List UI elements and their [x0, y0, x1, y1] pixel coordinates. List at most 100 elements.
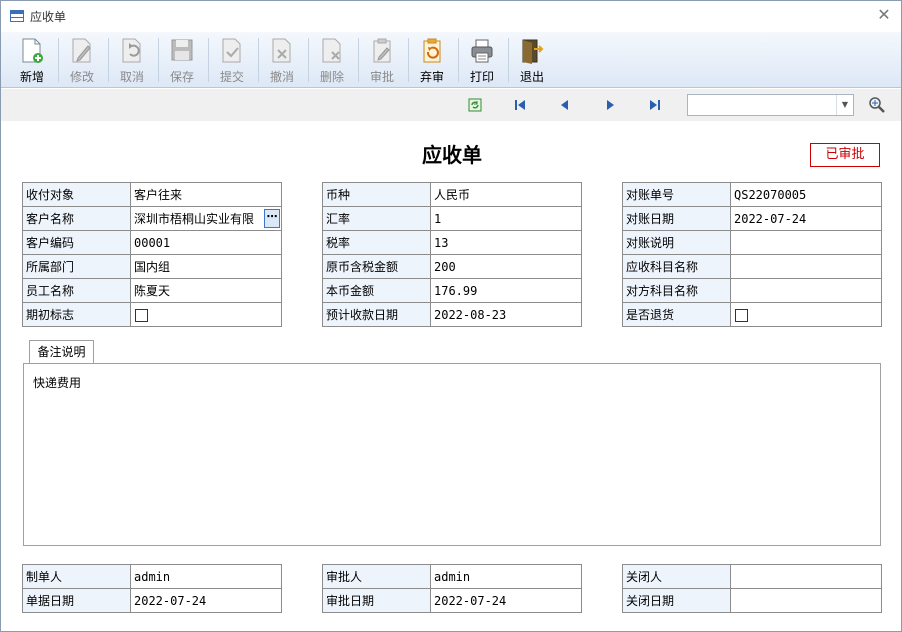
exit-button[interactable]: 退出: [508, 35, 556, 85]
title-bar: 应收单 ✕: [1, 1, 901, 31]
field-label: 员工名称: [22, 278, 131, 303]
statement-date-field[interactable]: 2022-07-24: [730, 206, 882, 231]
print-icon: [471, 39, 493, 63]
field-label: 审批日期: [322, 588, 431, 613]
field-row: 税率 13: [322, 230, 582, 255]
exchange-rate-field[interactable]: 1: [430, 206, 582, 231]
refresh-icon[interactable]: [468, 98, 482, 112]
unapprove-icon: [423, 38, 441, 63]
field-row: 期初标志: [22, 302, 282, 327]
field-row: 制单人 admin: [22, 564, 282, 589]
document-date-field[interactable]: 2022-07-24: [130, 588, 282, 613]
delete-button[interactable]: 删除: [308, 35, 356, 85]
field-label: 税率: [322, 230, 431, 255]
field-row: 审批人 admin: [322, 564, 582, 589]
statement-number-field[interactable]: QS22070005: [730, 182, 882, 207]
tax-rate-field[interactable]: 13: [430, 230, 582, 255]
field-label: 单据日期: [22, 588, 131, 613]
field-row: 对账说明: [622, 230, 882, 255]
field-label: 币种: [322, 182, 431, 207]
submit-icon: [222, 38, 241, 63]
field-row: 汇率 1: [322, 206, 582, 231]
new-doc-icon: [22, 38, 43, 63]
last-record-icon[interactable]: [648, 98, 662, 112]
unapprove-button[interactable]: 弃审: [408, 35, 456, 85]
approval-date-field[interactable]: 2022-07-24: [430, 588, 582, 613]
customer-fields-table: 收付对象 客户往来 客户名称 深圳市梧桐山实业有限 ⋯ 客户编码 00001 所…: [22, 182, 282, 327]
department-field[interactable]: 国内组: [130, 254, 282, 279]
close-date-field[interactable]: [730, 588, 882, 613]
field-label: 所属部门: [22, 254, 131, 279]
approve-icon: [373, 38, 391, 63]
undo-icon: [122, 38, 141, 63]
field-label: 收付对象: [22, 182, 131, 207]
creator-fields-table: 制单人 admin 单据日期 2022-07-24: [22, 564, 282, 613]
approver-fields-table: 审批人 admin 审批日期 2022-07-24: [322, 564, 582, 613]
table-icon: [10, 10, 24, 22]
approve-button[interactable]: 审批: [358, 35, 406, 85]
currency-field[interactable]: 人民币: [430, 182, 582, 207]
new-button[interactable]: 新增: [8, 35, 56, 85]
opening-flag-field: [130, 302, 282, 327]
customer-name-value: 深圳市梧桐山实业有限: [134, 212, 255, 226]
field-row: 本币金额 176.99: [322, 278, 582, 303]
is-return-checkbox[interactable]: [735, 308, 748, 322]
edit-button[interactable]: 修改: [58, 35, 106, 85]
local-amount-field[interactable]: 176.99: [430, 278, 582, 303]
creator-field[interactable]: admin: [130, 564, 282, 589]
approver-field[interactable]: admin: [430, 564, 582, 589]
exit-door-icon: [522, 39, 544, 64]
chevron-down-icon[interactable]: ▼: [836, 95, 853, 115]
customer-code-field[interactable]: 00001: [130, 230, 282, 255]
save-button[interactable]: 保存: [158, 35, 206, 85]
field-label: 客户名称: [22, 206, 131, 231]
field-row: 员工名称 陈夏天: [22, 278, 282, 303]
counter-account-field[interactable]: [730, 278, 882, 303]
opening-flag-checkbox[interactable]: [135, 308, 148, 322]
field-row: 应收科目名称: [622, 254, 882, 279]
statement-note-field[interactable]: [730, 230, 882, 255]
search-zoom-icon[interactable]: [868, 96, 886, 114]
record-search-dropdown[interactable]: ▼: [687, 94, 854, 116]
remark-textarea[interactable]: 快递费用: [23, 363, 881, 546]
field-label: 对账日期: [622, 206, 731, 231]
tab-remark[interactable]: 备注说明: [29, 340, 94, 364]
customer-name-field[interactable]: 深圳市梧桐山实业有限 ⋯: [130, 206, 282, 231]
closer-field[interactable]: [730, 564, 882, 589]
print-button[interactable]: 打印: [458, 35, 506, 85]
customer-lookup-button[interactable]: ⋯: [264, 209, 280, 228]
field-label: 制单人: [22, 564, 131, 589]
amount-fields-table: 币种 人民币 汇率 1 税率 13 原币含税金额 200 本币金额 176.99…: [322, 182, 582, 327]
next-record-icon[interactable]: [603, 98, 617, 112]
close-icon[interactable]: ✕: [875, 6, 893, 24]
original-amount-field[interactable]: 200: [430, 254, 582, 279]
field-label: 应收科目名称: [622, 254, 731, 279]
field-row: 关闭日期: [622, 588, 882, 613]
field-label: 关闭日期: [622, 588, 731, 613]
payment-target-field[interactable]: 客户往来: [130, 182, 282, 207]
field-label: 关闭人: [622, 564, 731, 589]
field-row: 原币含税金额 200: [322, 254, 582, 279]
first-record-icon[interactable]: [513, 98, 527, 112]
revoke-button[interactable]: 撤消: [258, 35, 306, 85]
is-return-field: [730, 302, 882, 327]
field-label: 客户编码: [22, 230, 131, 255]
field-label: 对账单号: [622, 182, 731, 207]
window: 应收单 ✕ 新增 修改 取消 保存 提交 撤消 删除 审批 弃审 打印 退出 ▼…: [0, 0, 902, 632]
submit-button[interactable]: 提交: [208, 35, 256, 85]
field-row: 对账日期 2022-07-24: [622, 206, 882, 231]
expected-receipt-date-field[interactable]: 2022-08-23: [430, 302, 582, 327]
employee-field[interactable]: 陈夏天: [130, 278, 282, 303]
document-title: 应收单: [422, 143, 482, 167]
field-row: 对账单号 QS22070005: [622, 182, 882, 207]
receivable-account-field[interactable]: [730, 254, 882, 279]
cancel-button[interactable]: 取消: [108, 35, 156, 85]
window-title: 应收单: [30, 10, 67, 24]
field-row: 审批日期 2022-07-24: [322, 588, 582, 613]
prev-record-icon[interactable]: [558, 98, 572, 112]
field-label: 对账说明: [622, 230, 731, 255]
toolbar: 新增 修改 取消 保存 提交 撤消 删除 审批 弃审 打印 退出: [1, 32, 901, 88]
field-label: 期初标志: [22, 302, 131, 327]
record-nav-bar: ▼: [1, 89, 901, 121]
closer-fields-table: 关闭人 关闭日期: [622, 564, 882, 613]
